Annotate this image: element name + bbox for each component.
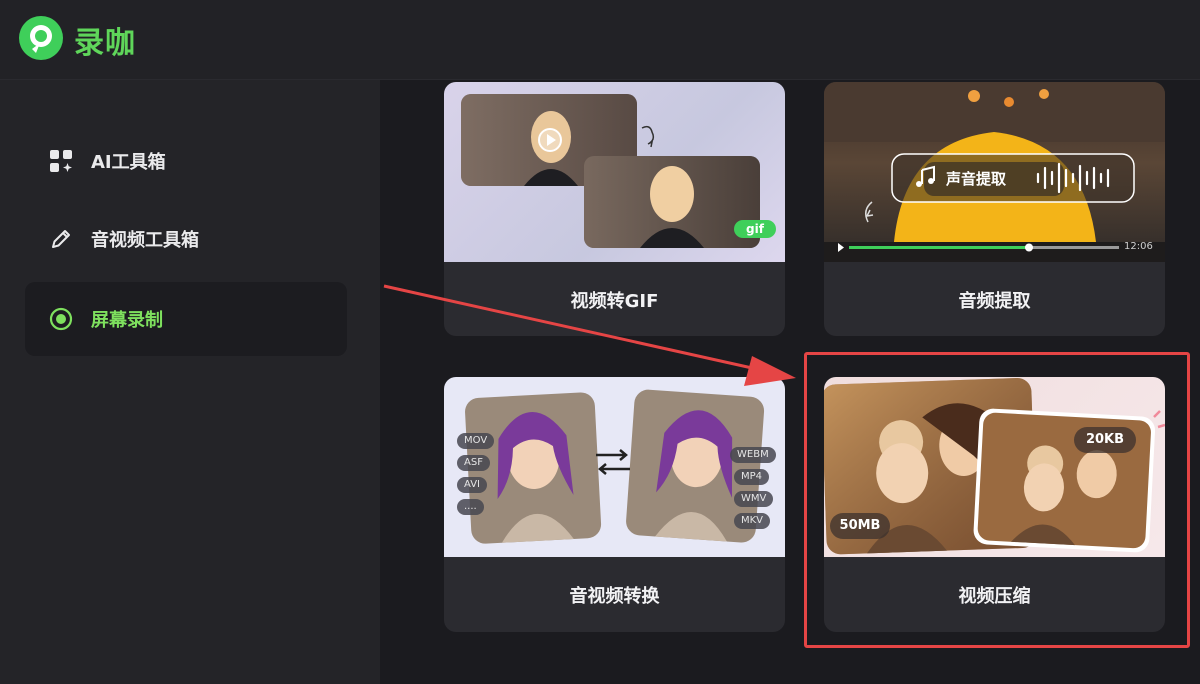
apps-grid-icon — [47, 147, 75, 175]
sidebar-item-av-toolbox[interactable]: 音视频工具箱 — [25, 202, 347, 276]
title-bar: 录咖 — [0, 0, 1200, 80]
highlight-box — [804, 352, 1190, 648]
card-label: 视频转GIF — [570, 291, 659, 312]
sidebar: AI工具箱 音视频工具箱 屏幕录制 — [0, 80, 380, 684]
pencil-icon — [47, 225, 75, 253]
app-logo-icon — [19, 16, 63, 60]
format-tag: AVI — [457, 477, 487, 493]
sidebar-item-label: AI工具箱 — [91, 152, 166, 173]
format-tag: ASF — [457, 455, 490, 471]
sidebar-item-ai-toolbox[interactable]: AI工具箱 — [25, 124, 347, 198]
format-tag: .... — [457, 499, 484, 515]
card-label: 音频提取 — [958, 291, 1031, 312]
card-thumbnail: MOV ASF AVI .... WEBM MP4 WMV MKV — [444, 377, 785, 557]
card-av-convert[interactable]: MOV ASF AVI .... WEBM MP4 WMV MKV 音视频转换 — [444, 377, 785, 632]
card-thumbnail: gif — [444, 82, 785, 262]
sidebar-item-screen-record[interactable]: 屏幕录制 — [25, 282, 347, 356]
record-dot-icon — [47, 305, 75, 333]
format-tag: MOV — [457, 433, 495, 449]
sidebar-item-label: 屏幕录制 — [91, 310, 163, 331]
card-thumbnail: 声音提取 12:06 — [824, 82, 1165, 262]
app-name: 录咖 — [74, 26, 136, 61]
format-tag: WMV — [734, 491, 774, 507]
sidebar-item-label: 音视频工具箱 — [91, 230, 199, 251]
format-tag: MKV — [734, 513, 771, 529]
format-tag: MP4 — [734, 469, 770, 485]
card-label: 音视频转换 — [569, 586, 660, 607]
card-audio-extract[interactable]: 声音提取 12:06 音频提取 — [824, 82, 1165, 336]
card-video-to-gif[interactable]: gif 视频转GIF — [444, 82, 785, 336]
format-tag: WEBM — [730, 447, 776, 463]
gif-badge: gif — [746, 222, 764, 236]
audio-extract-overlay-label: 声音提取 — [946, 170, 1007, 188]
video-time: 12:06 — [1124, 241, 1153, 252]
